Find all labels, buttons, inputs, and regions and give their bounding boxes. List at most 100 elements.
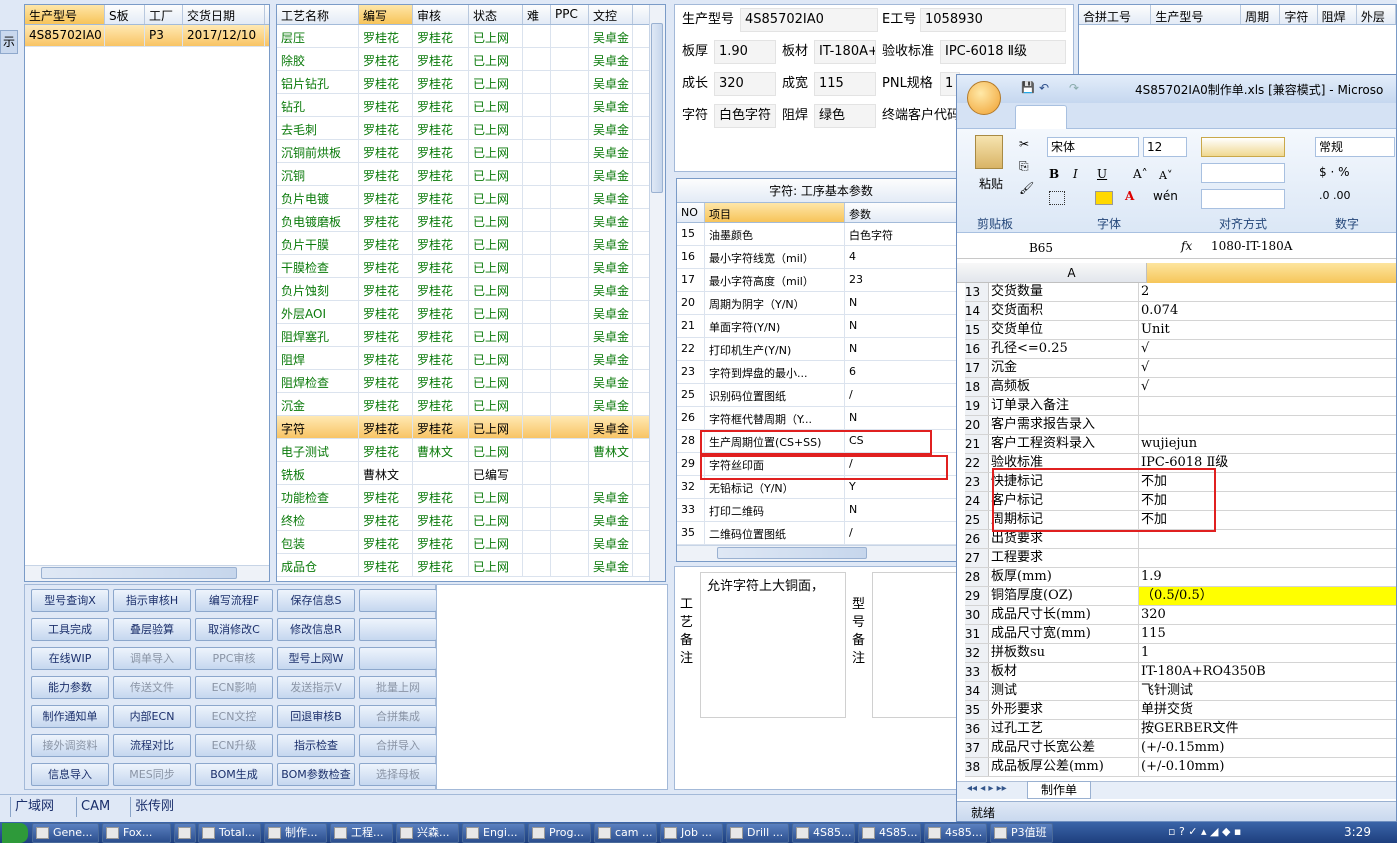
model-remark-text[interactable] xyxy=(872,572,960,718)
process-col-header[interactable]: 工艺名称 xyxy=(277,5,359,24)
cell-b[interactable]: （0.5/0.5） xyxy=(1139,587,1396,605)
model-grid-hscroll[interactable] xyxy=(25,565,269,581)
action-button[interactable]: MES同步 xyxy=(113,763,191,786)
merge-col-header[interactable]: 生产型号 xyxy=(1151,5,1242,24)
action-button[interactable]: 型号查询X xyxy=(31,589,109,612)
row-number[interactable]: 25 xyxy=(965,511,989,529)
taskbar-button[interactable]: 4S85... xyxy=(792,823,855,843)
cell-a[interactable]: 板厚(mm) xyxy=(989,568,1139,586)
action-button[interactable]: 流程对比 xyxy=(113,734,191,757)
process-remark-text[interactable]: 允许字符上大铜面， xyxy=(700,572,846,718)
percent-icon[interactable]: $ · % xyxy=(1319,165,1349,179)
cell-b[interactable]: 115 xyxy=(1139,625,1396,643)
process-row[interactable]: 负片蚀刻 罗桂花 罗桂花 已上网 吴卓金 xyxy=(277,278,665,301)
process-row[interactable]: 负片干膜 罗桂花 罗桂花 已上网 吴卓金 xyxy=(277,232,665,255)
sheet-row[interactable]: 15 交货单位 Unit xyxy=(965,321,1396,340)
process-col-header[interactable]: 审核 xyxy=(413,5,469,24)
cell-b[interactable]: IT-180A+RO4350B xyxy=(1139,663,1396,681)
process-row[interactable]: 除胶 罗桂花 罗桂花 已上网 吴卓金 xyxy=(277,48,665,71)
param-row[interactable]: 21 单面字符(Y/N) N xyxy=(677,315,965,338)
action-button[interactable] xyxy=(359,618,437,641)
row-number[interactable]: 28 xyxy=(965,568,989,586)
cell-a[interactable]: 成品尺寸宽(mm) xyxy=(989,625,1139,643)
action-button[interactable]: 合拼导入 xyxy=(359,734,437,757)
left-edge-tab[interactable]: 示 xyxy=(0,30,18,54)
cell-b[interactable]: 2 xyxy=(1139,283,1396,301)
row-number[interactable]: 23 xyxy=(965,473,989,491)
cell-a[interactable]: 订单录入备注 xyxy=(989,397,1139,415)
sheet-row[interactable]: 28 板厚(mm) 1.9 xyxy=(965,568,1396,587)
action-button[interactable]: 指示检查 xyxy=(277,734,355,757)
cell-a[interactable]: 孔径<=0.25 xyxy=(989,340,1139,358)
sheet-grid[interactable]: 13 交货数量 2 14 交货面积 0.074 15 交货单位 Unit 16 孔径<=0.25 √ 1… xyxy=(965,283,1396,783)
standard-value[interactable]: IPC-6018 Ⅱ级 xyxy=(940,40,1066,64)
border-icon[interactable] xyxy=(1049,191,1065,205)
cell-a[interactable]: 工程要求 xyxy=(989,549,1139,567)
paste-icon[interactable] xyxy=(975,135,1003,169)
taskbar-button[interactable]: 4s85... xyxy=(924,823,987,843)
process-grid-vscroll[interactable] xyxy=(649,5,665,581)
cell-a[interactable]: 高频板 xyxy=(989,378,1139,396)
param-col-header[interactable]: 参数 xyxy=(845,203,965,222)
cell-a[interactable]: 板材 xyxy=(989,663,1139,681)
cell-b[interactable]: (+/-0.10mm) xyxy=(1139,758,1396,776)
action-button[interactable]: PPC审核 xyxy=(195,647,273,670)
sheet-row[interactable]: 30 成品尺寸长(mm) 320 xyxy=(965,606,1396,625)
sheet-row[interactable]: 37 成品尺寸长宽公差 (+/-0.15mm) xyxy=(965,739,1396,758)
cell-a[interactable]: 成品尺寸长(mm) xyxy=(989,606,1139,624)
sheet-row[interactable]: 34 测试 飞针测试 xyxy=(965,682,1396,701)
model-grid[interactable]: 生产型号 S板 工厂 交货日期 4S85702IA0 P3 2017/12/10 xyxy=(24,4,270,582)
sheet-row[interactable]: 14 交货面积 0.074 xyxy=(965,302,1396,321)
underline-icon[interactable]: U xyxy=(1097,167,1107,181)
process-row[interactable]: 字符 罗桂花 罗桂花 已上网 吴卓金 xyxy=(277,416,665,439)
row-number[interactable]: 18 xyxy=(965,378,989,396)
formula-input[interactable]: 1080-IT-180A xyxy=(1211,239,1292,253)
sheet-row[interactable]: 32 拼板数su 1 xyxy=(965,644,1396,663)
row-number[interactable]: 29 xyxy=(965,587,989,605)
start-button[interactable] xyxy=(2,823,28,843)
paste-label[interactable]: 粘贴 xyxy=(979,175,1003,192)
param-col-header[interactable]: NO xyxy=(677,203,705,222)
row-number[interactable]: 13 xyxy=(965,283,989,301)
param-row[interactable]: 33 打印二维码 N xyxy=(677,499,965,522)
process-row[interactable]: 成品仓 罗桂花 罗桂花 已上网 吴卓金 xyxy=(277,554,665,577)
row-number[interactable]: 26 xyxy=(965,530,989,548)
process-row[interactable]: 钻孔 罗桂花 罗桂花 已上网 吴卓金 xyxy=(277,94,665,117)
format-painter-icon[interactable]: 🖌 xyxy=(1019,181,1034,195)
taskbar-button[interactable]: P3值班 xyxy=(990,823,1053,843)
cell-b[interactable]: 单拼交货 xyxy=(1139,701,1396,719)
taskbar-button[interactable]: Job ... xyxy=(660,823,723,843)
cell-b[interactable]: 1 xyxy=(1139,644,1396,662)
sheet-row[interactable]: 36 过孔工艺 按GERBER文件 xyxy=(965,720,1396,739)
cell-b[interactable] xyxy=(1139,530,1396,548)
sheet-tab[interactable]: 制作单 xyxy=(1027,781,1091,799)
sheet-row[interactable]: 38 成品板厚公差(mm) (+/-0.10mm) xyxy=(965,758,1396,777)
width-value[interactable]: 115 xyxy=(814,72,876,96)
row-number[interactable]: 31 xyxy=(965,625,989,643)
process-col-header[interactable]: 难 xyxy=(523,5,551,24)
param-row[interactable]: 20 周期为阴字（Y/N） N xyxy=(677,292,965,315)
action-button[interactable]: 传送文件 xyxy=(113,676,191,699)
action-button[interactable]: ECN升级 xyxy=(195,734,273,757)
action-button[interactable]: 修改信息R xyxy=(277,618,355,641)
row-number[interactable]: 19 xyxy=(965,397,989,415)
taskbar-button[interactable]: Total... xyxy=(198,823,261,843)
cell-b[interactable]: 0.074 xyxy=(1139,302,1396,320)
param-row[interactable]: 15 油墨颜色 白色字符 xyxy=(677,223,965,246)
model-col-header[interactable]: 工厂 xyxy=(145,5,183,24)
param-hscroll[interactable] xyxy=(677,545,965,561)
char-value[interactable]: 白色字符 xyxy=(714,104,776,128)
name-box[interactable]: B65 xyxy=(965,239,1117,257)
param-row[interactable]: 23 字符到焊盘的最小... 6 xyxy=(677,361,965,384)
process-grid[interactable]: 工艺名称 编写 审核 状态难 PPC 文控 层压 罗桂花 罗桂花 已上网 吴卓金 除胶 罗桂花 罗桂花已… xyxy=(276,4,666,582)
process-row[interactable]: 电子测试 罗桂花 曹林文 已上网 曹林文 xyxy=(277,439,665,462)
row-number[interactable]: 22 xyxy=(965,454,989,472)
process-row[interactable]: 阻焊塞孔 罗桂花 罗桂花 已上网 吴卓金 xyxy=(277,324,665,347)
action-button[interactable]: ECN影响 xyxy=(195,676,273,699)
number-format-select[interactable]: 常规 xyxy=(1315,137,1395,157)
action-button[interactable] xyxy=(359,647,437,670)
row-number[interactable]: 16 xyxy=(965,340,989,358)
param-row[interactable]: 16 最小字符线宽（mil） 4 xyxy=(677,246,965,269)
row-number[interactable]: 14 xyxy=(965,302,989,320)
action-button[interactable]: BOM生成 xyxy=(195,763,273,786)
